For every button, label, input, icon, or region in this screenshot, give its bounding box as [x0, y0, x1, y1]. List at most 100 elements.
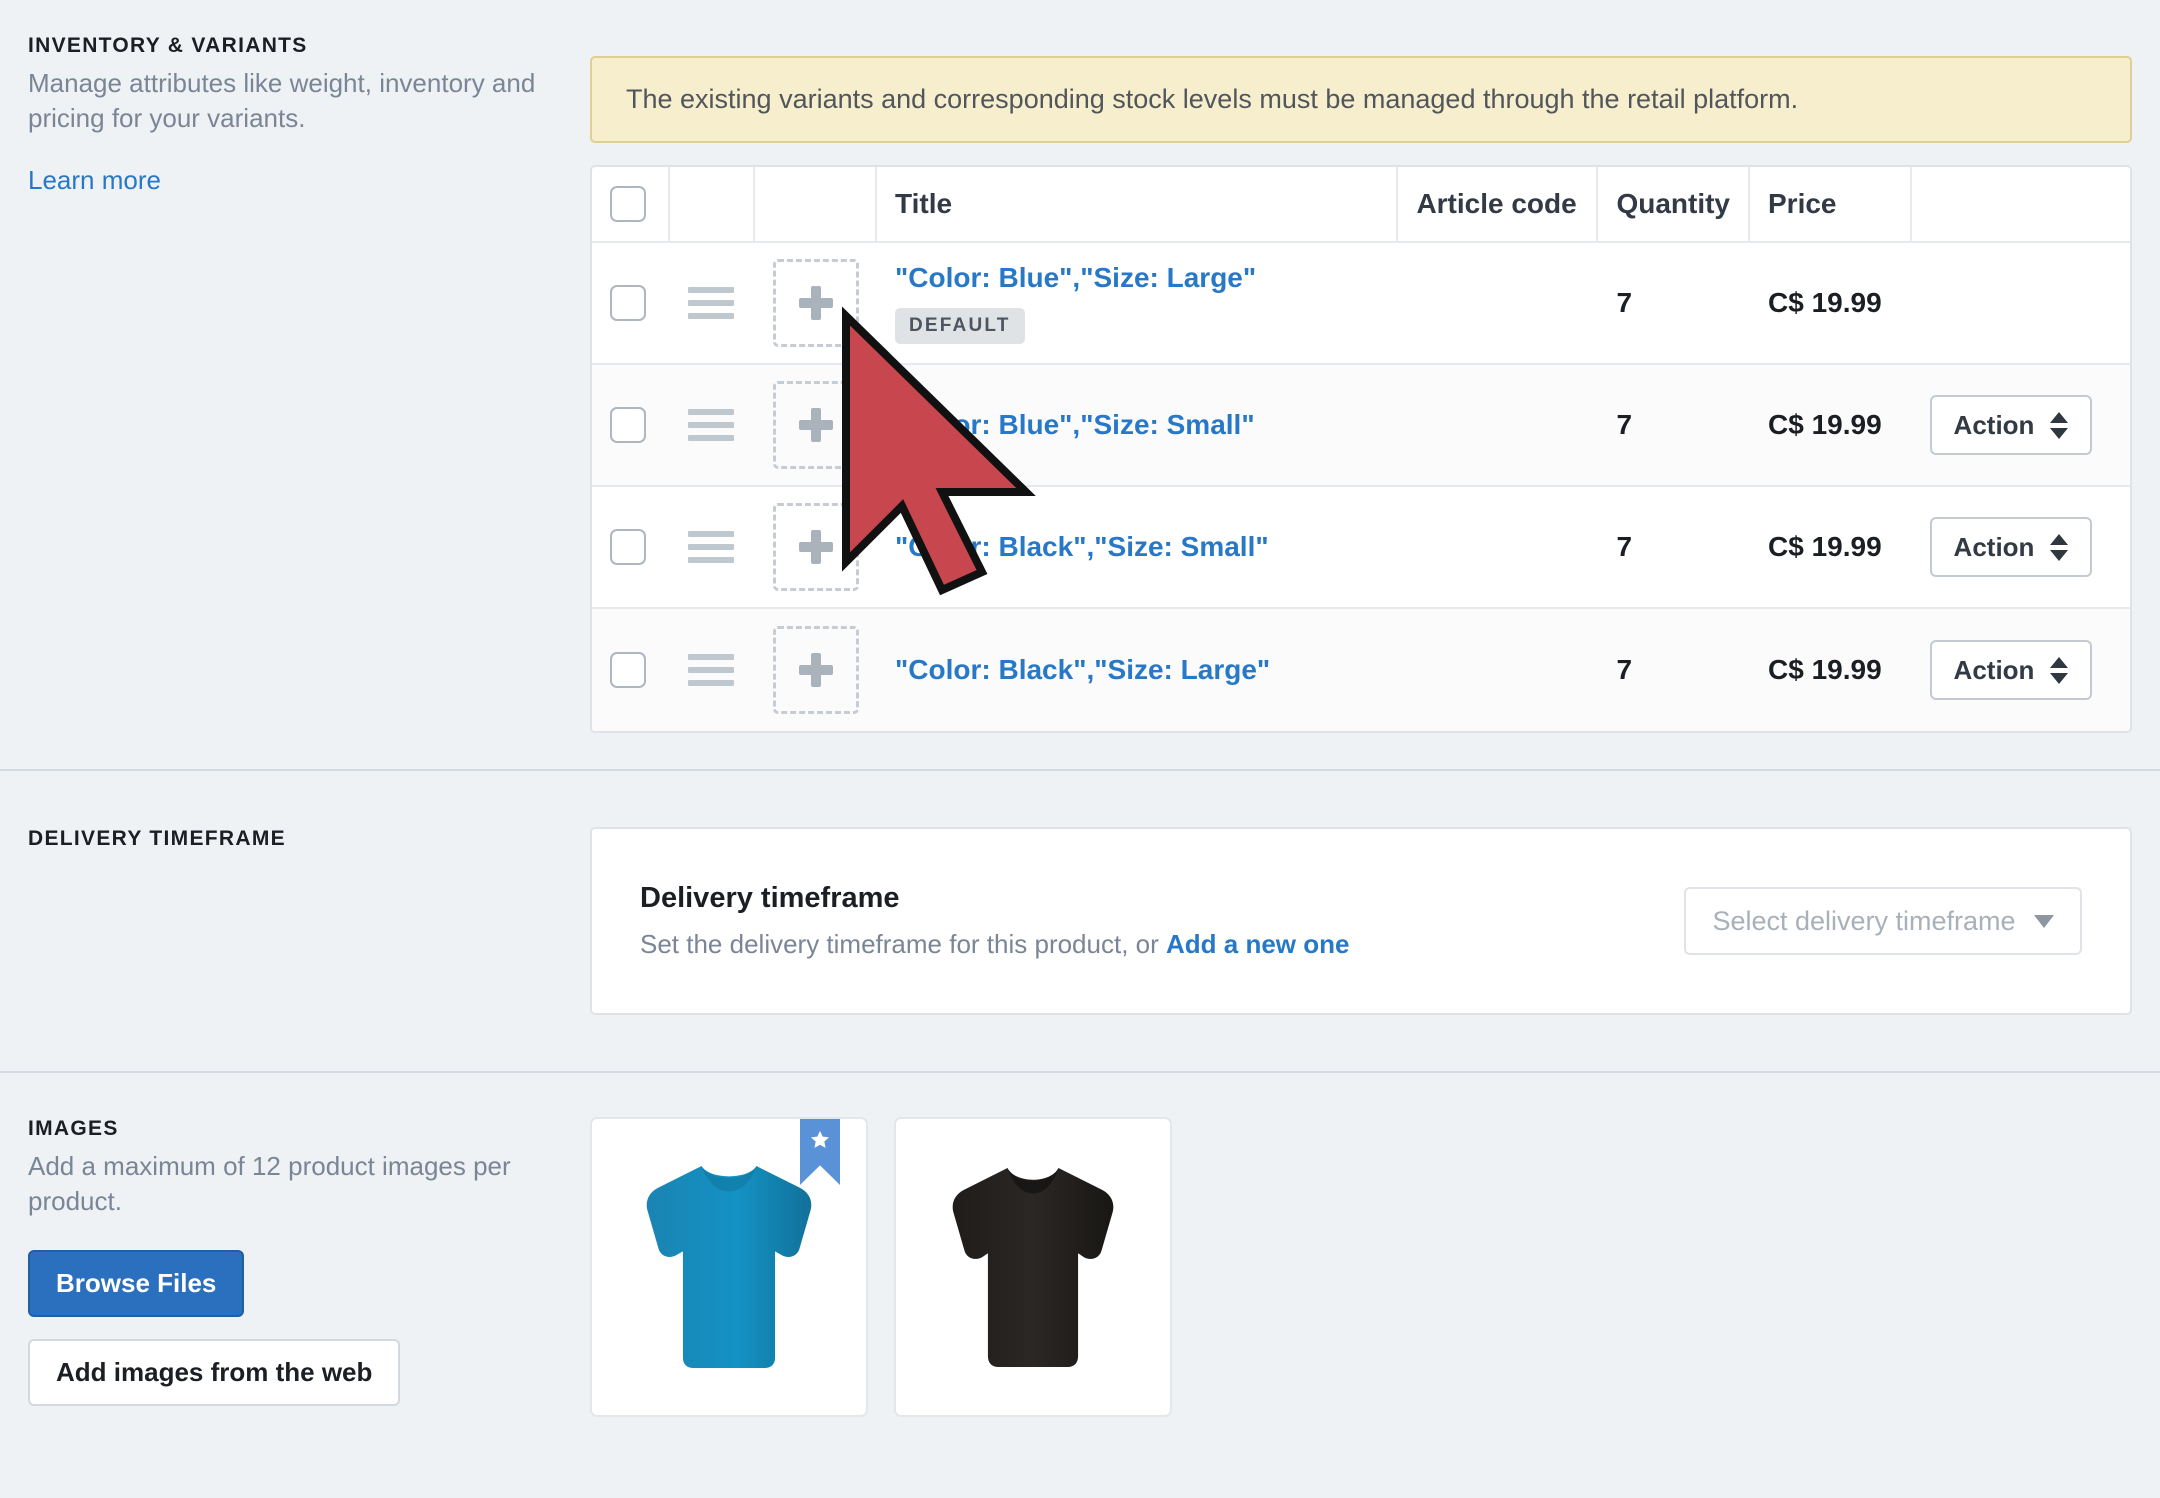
table-row[interactable]: "Color: Black","Size: Large" 7 C$ 19.99 …: [592, 609, 2130, 731]
row-action-cell: Action: [1912, 609, 2130, 731]
inventory-section-title: INVENTORY & VARIANTS: [28, 34, 308, 57]
variants-table-body: "Color: Blue","Size: Large" DEFAULT 7 C$…: [592, 243, 2130, 731]
table-row[interactable]: "Color: Blue","Size: Small" 7 C$ 19.99 A…: [592, 365, 2130, 487]
add-new-timeframe-link[interactable]: Add a new one: [1166, 929, 1349, 959]
add-variant-image-button[interactable]: [773, 503, 859, 591]
add-variant-image-button[interactable]: [773, 381, 859, 469]
row-price-cell: C$ 19.99: [1750, 609, 1912, 731]
row-article-code-cell: [1398, 243, 1599, 365]
row-image-cell: [755, 487, 877, 609]
images-section-title: IMAGES: [28, 1117, 119, 1140]
row-select-cell: [592, 487, 670, 609]
variant-title-link[interactable]: "Color: Blue","Size: Large": [895, 262, 1256, 294]
delivery-timeframe-section: DELIVERY TIMEFRAME Delivery timeframe Se…: [0, 771, 2160, 1071]
row-image-cell: [755, 609, 877, 731]
add-images-from-web-button[interactable]: Add images from the web: [28, 1338, 401, 1406]
row-quantity-cell: 7: [1598, 487, 1750, 609]
row-checkbox[interactable]: [610, 407, 646, 443]
chevron-updown-icon: [2050, 656, 2069, 684]
row-action-button[interactable]: Action: [1930, 640, 2092, 700]
drag-column-header: [670, 167, 755, 243]
row-select-cell: [592, 609, 670, 731]
row-action-button[interactable]: Action: [1930, 517, 2092, 577]
action-column-header: [1912, 167, 2130, 243]
variant-title-link[interactable]: "Color: Black","Size: Large": [895, 654, 1270, 686]
image-thumbnail[interactable]: [590, 1117, 868, 1417]
inventory-section-sidebar: INVENTORY & VARIANTS Manage attributes l…: [0, 34, 590, 733]
plus-icon: [799, 286, 833, 320]
row-action-cell: [1912, 243, 2130, 365]
images-section: IMAGES Add a maximum of 12 product image…: [0, 1073, 2160, 1417]
row-action-label: Action: [1953, 409, 2035, 440]
variant-title-link[interactable]: "Color: Blue","Size: Small": [895, 409, 1255, 441]
row-price-cell: C$ 19.99: [1750, 487, 1912, 609]
chevron-updown-icon: [2050, 533, 2069, 561]
plus-icon: [799, 530, 833, 564]
delivery-card-body: Delivery timeframe Set the delivery time…: [640, 882, 1684, 960]
row-select-cell: [592, 243, 670, 365]
inventory-variants-section: INVENTORY & VARIANTS Manage attributes l…: [0, 0, 2160, 769]
row-quantity-cell: 7: [1598, 609, 1750, 731]
row-image-cell: [755, 243, 877, 365]
row-checkbox[interactable]: [610, 652, 646, 688]
row-image-cell: [755, 365, 877, 487]
chevron-down-icon: [2033, 914, 2054, 928]
inventory-section-description: Manage attributes like weight, inventory…: [28, 68, 536, 134]
row-action-button[interactable]: Action: [1930, 395, 2092, 455]
row-drag-cell: [670, 365, 755, 487]
row-drag-cell: [670, 243, 755, 365]
table-row[interactable]: "Color: Black","Size: Small" 7 C$ 19.99 …: [592, 487, 2130, 609]
row-drag-cell: [670, 487, 755, 609]
images-section-description: Add a maximum of 12 product images per p…: [28, 1151, 511, 1217]
browse-files-button[interactable]: Browse Files: [28, 1249, 245, 1317]
star-icon: [811, 1130, 829, 1148]
row-action-cell: Action: [1912, 365, 2130, 487]
row-action-cell: Action: [1912, 487, 2130, 609]
row-price-cell: C$ 19.99: [1750, 365, 1912, 487]
row-select-cell: [592, 365, 670, 487]
image-column-header: [755, 167, 877, 243]
row-article-code-cell: [1398, 487, 1599, 609]
images-section-content: [590, 1117, 2160, 1417]
images-section-sidebar: IMAGES Add a maximum of 12 product image…: [0, 1117, 590, 1417]
learn-more-link[interactable]: Learn more: [28, 165, 161, 196]
add-variant-image-button[interactable]: [773, 626, 859, 714]
delivery-timeframe-select-placeholder: Select delivery timeframe: [1712, 905, 2016, 936]
row-article-code-cell: [1398, 365, 1599, 487]
row-checkbox[interactable]: [610, 285, 646, 321]
title-column-header: Title: [877, 167, 1399, 243]
delivery-timeframe-select[interactable]: Select delivery timeframe: [1684, 887, 2082, 955]
plus-icon: [799, 408, 833, 442]
delivery-card-title: Delivery timeframe: [640, 882, 900, 914]
drag-handle-icon[interactable]: [688, 531, 734, 563]
select-all-checkbox[interactable]: [610, 186, 646, 222]
delivery-card-subtitle: Set the delivery timeframe for this prod…: [640, 929, 1684, 960]
variants-header-row: Title Article code Quantity Price: [592, 167, 2130, 243]
row-checkbox[interactable]: [610, 529, 646, 565]
status-badge: DEFAULT: [895, 308, 1025, 344]
variant-title-link[interactable]: "Color: Black","Size: Small": [895, 531, 1269, 563]
row-title-cell: "Color: Black","Size: Large": [877, 609, 1399, 731]
row-title-cell: "Color: Blue","Size: Large" DEFAULT: [877, 243, 1399, 365]
delivery-card-subtitle-text: Set the delivery timeframe for this prod…: [640, 929, 1166, 959]
price-column-header: Price: [1750, 167, 1912, 243]
drag-handle-icon[interactable]: [688, 287, 734, 319]
row-article-code-cell: [1398, 609, 1599, 731]
row-title-cell: "Color: Blue","Size: Small": [877, 365, 1399, 487]
row-quantity-cell: 7: [1598, 365, 1750, 487]
row-quantity-cell: 7: [1598, 243, 1750, 365]
delivery-section-title: DELIVERY TIMEFRAME: [28, 827, 286, 850]
row-price-cell: C$ 19.99: [1750, 243, 1912, 365]
blue-tshirt-image: [646, 1166, 812, 1368]
quantity-column-header: Quantity: [1598, 167, 1750, 243]
drag-handle-icon[interactable]: [688, 654, 734, 686]
chevron-updown-icon: [2050, 411, 2069, 439]
image-thumbnail[interactable]: [894, 1117, 1172, 1417]
inventory-section-content: The existing variants and corresponding …: [590, 34, 2160, 733]
table-row[interactable]: "Color: Blue","Size: Large" DEFAULT 7 C$…: [592, 243, 2130, 365]
add-variant-image-button[interactable]: [773, 259, 859, 347]
drag-handle-icon[interactable]: [688, 409, 734, 441]
retail-platform-notice: The existing variants and corresponding …: [590, 56, 2132, 143]
row-drag-cell: [670, 609, 755, 731]
plus-icon: [799, 653, 833, 687]
